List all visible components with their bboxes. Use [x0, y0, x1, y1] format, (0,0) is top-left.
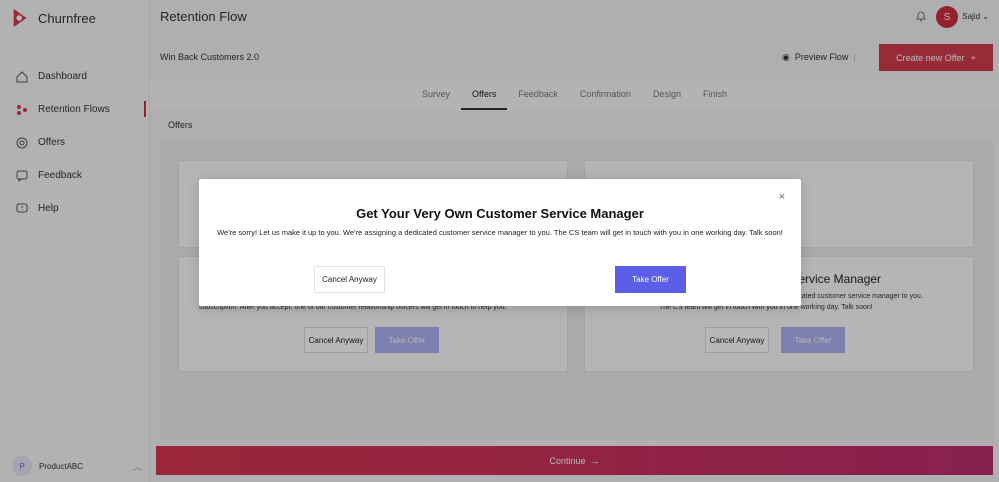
modal-take-offer-button[interactable]: Take Offer — [615, 266, 686, 293]
modal-text: We're sorry! Let us make it up to you. W… — [217, 228, 783, 237]
offer-modal: × Get Your Very Own Customer Service Man… — [199, 179, 801, 306]
modal-title: Get Your Very Own Customer Service Manag… — [356, 206, 644, 221]
close-icon[interactable]: × — [777, 192, 787, 203]
modal-cancel-anyway-button[interactable]: Cancel Anyway — [314, 266, 385, 293]
